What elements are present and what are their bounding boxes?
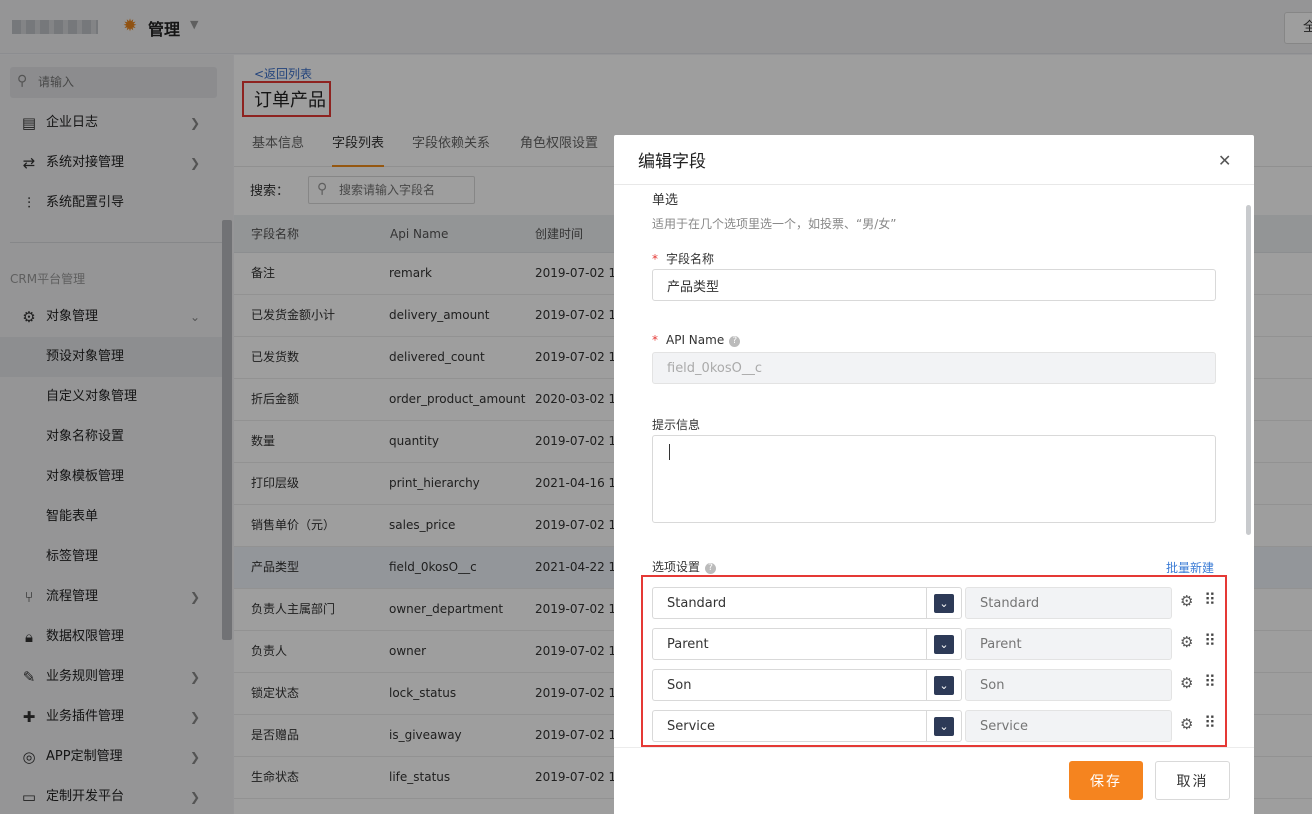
- hint-label: 提示信息: [652, 418, 701, 432]
- drag-handle-icon[interactable]: ⠿: [1204, 590, 1216, 609]
- option-api-input: [965, 710, 1172, 742]
- option-label-input[interactable]: [652, 628, 926, 660]
- gear-icon[interactable]: ⚙: [1180, 715, 1193, 733]
- api-name-label: * API Name?: [652, 333, 741, 347]
- option-label-input[interactable]: [652, 710, 926, 742]
- gear-icon[interactable]: ⚙: [1180, 592, 1193, 610]
- option-label-input[interactable]: [652, 587, 926, 619]
- field-type-description: 适用于在几个选项里选一个，如投票、“男/女”: [652, 217, 897, 231]
- required-marker: *: [652, 333, 658, 347]
- drag-handle-icon[interactable]: ⠿: [1204, 631, 1216, 650]
- modal-title: 编辑字段: [638, 152, 706, 172]
- drag-handle-icon[interactable]: ⠿: [1204, 672, 1216, 691]
- api-name-label-text: API Name: [666, 333, 725, 347]
- option-api-input: [965, 669, 1172, 701]
- options-label-text: 选项设置: [652, 560, 701, 574]
- help-icon[interactable]: ?: [705, 563, 717, 574]
- gear-icon[interactable]: ⚙: [1180, 674, 1193, 692]
- edit-field-modal: 编辑字段 ✕ 单选 适用于在几个选项里选一个，如投票、“男/女” * 字段名称 *…: [614, 135, 1254, 814]
- chevron-down-icon: ⌄: [934, 635, 954, 654]
- option-row: ⌄ ⚙ ⠿: [652, 710, 1222, 742]
- modal-scrollbar[interactable]: [1246, 205, 1251, 535]
- option-api-input: [965, 628, 1172, 660]
- close-icon[interactable]: ✕: [1218, 151, 1231, 170]
- field-name-label: * 字段名称: [652, 250, 714, 267]
- required-marker: *: [652, 252, 658, 266]
- field-type: 单选: [652, 193, 679, 208]
- api-name-input: [652, 352, 1216, 384]
- text-cursor: [669, 444, 670, 460]
- option-row: ⌄ ⚙ ⠿: [652, 587, 1222, 619]
- help-icon[interactable]: ?: [729, 336, 741, 347]
- drag-handle-icon[interactable]: ⠿: [1204, 713, 1216, 732]
- option-row: ⌄ ⚙ ⠿: [652, 669, 1222, 701]
- option-api-input: [965, 587, 1172, 619]
- chevron-down-icon: ⌄: [934, 717, 954, 736]
- option-dropdown[interactable]: ⌄: [926, 710, 962, 742]
- option-dropdown[interactable]: ⌄: [926, 628, 962, 660]
- field-name-label-text: 字段名称: [666, 252, 715, 266]
- option-dropdown[interactable]: ⌄: [926, 587, 962, 619]
- save-button[interactable]: 保存: [1069, 761, 1143, 800]
- option-label-input[interactable]: [652, 669, 926, 701]
- chevron-down-icon: ⌄: [934, 676, 954, 695]
- modal-divider: [614, 184, 1254, 185]
- gear-icon[interactable]: ⚙: [1180, 633, 1193, 651]
- modal-footer: 保存 取消: [614, 747, 1254, 814]
- option-row: ⌄ ⚙ ⠿: [652, 628, 1222, 660]
- chevron-down-icon: ⌄: [934, 594, 954, 613]
- batch-create-link[interactable]: 批量新建: [1166, 559, 1214, 576]
- hint-textarea[interactable]: [652, 435, 1216, 523]
- option-dropdown[interactable]: ⌄: [926, 669, 962, 701]
- cancel-button[interactable]: 取消: [1155, 761, 1230, 800]
- field-name-input[interactable]: [652, 269, 1216, 301]
- options-label: 选项设置?: [652, 558, 717, 575]
